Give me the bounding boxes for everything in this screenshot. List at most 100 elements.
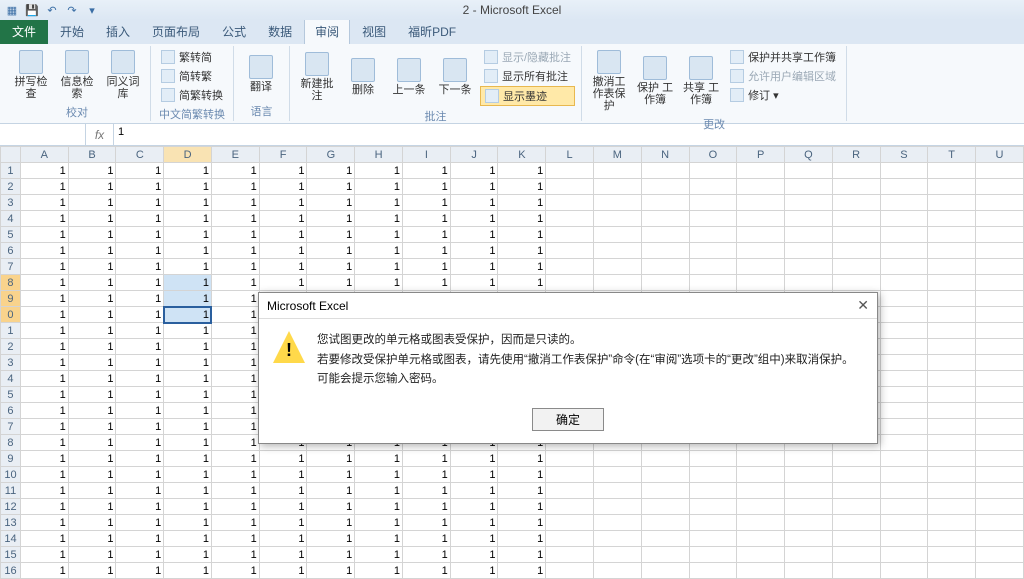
cell[interactable] — [785, 259, 833, 275]
cell[interactable]: 1 — [20, 355, 68, 371]
cell[interactable] — [976, 483, 1024, 499]
cell[interactable] — [785, 227, 833, 243]
cell[interactable]: 1 — [68, 275, 116, 291]
cell[interactable] — [976, 403, 1024, 419]
cell[interactable] — [880, 259, 928, 275]
cell[interactable] — [737, 259, 785, 275]
cell[interactable]: 1 — [498, 531, 546, 547]
cell[interactable]: 1 — [68, 563, 116, 579]
cell[interactable] — [641, 483, 689, 499]
cell[interactable]: 1 — [116, 163, 164, 179]
tab-数据[interactable]: 数据 — [258, 19, 302, 44]
cell[interactable]: 1 — [68, 499, 116, 515]
cell[interactable]: 1 — [307, 211, 355, 227]
cell[interactable]: 1 — [116, 195, 164, 211]
row-header[interactable]: 10 — [1, 467, 21, 483]
cell[interactable]: 1 — [498, 211, 546, 227]
cell[interactable]: 1 — [68, 323, 116, 339]
cell[interactable]: 1 — [450, 259, 498, 275]
cell[interactable]: 1 — [450, 563, 498, 579]
cell[interactable]: 1 — [116, 387, 164, 403]
cell[interactable]: 1 — [498, 259, 546, 275]
cell[interactable]: 1 — [211, 275, 259, 291]
cell[interactable]: 1 — [498, 467, 546, 483]
cell[interactable]: 1 — [498, 227, 546, 243]
cell[interactable]: 1 — [116, 419, 164, 435]
cell[interactable]: 1 — [68, 179, 116, 195]
cell[interactable]: 1 — [116, 243, 164, 259]
cell[interactable]: 1 — [68, 291, 116, 307]
row-header[interactable]: 2 — [1, 179, 21, 195]
col-header-R[interactable]: R — [832, 147, 880, 163]
cell[interactable] — [546, 275, 594, 291]
cell[interactable]: 1 — [20, 195, 68, 211]
cell[interactable] — [976, 195, 1024, 211]
cell[interactable]: 1 — [164, 195, 212, 211]
row-header[interactable]: 0 — [1, 307, 21, 323]
cell[interactable] — [880, 403, 928, 419]
cell[interactable] — [689, 163, 737, 179]
cell[interactable]: 1 — [164, 387, 212, 403]
cell[interactable]: 1 — [116, 467, 164, 483]
cell[interactable]: 1 — [355, 227, 403, 243]
cell[interactable]: 1 — [450, 227, 498, 243]
cell[interactable] — [641, 499, 689, 515]
cell[interactable] — [785, 499, 833, 515]
cell[interactable] — [880, 499, 928, 515]
cell[interactable] — [832, 211, 880, 227]
cell[interactable]: 1 — [211, 563, 259, 579]
cell[interactable] — [976, 307, 1024, 323]
cell[interactable]: 1 — [307, 531, 355, 547]
col-header-G[interactable]: G — [307, 147, 355, 163]
row-header[interactable]: 9 — [1, 291, 21, 307]
name-box[interactable] — [0, 124, 86, 145]
cell[interactable]: 1 — [402, 259, 450, 275]
cell[interactable] — [737, 275, 785, 291]
protect-share-button[interactable]: 保护并共享工作簿 — [726, 48, 840, 66]
file-tab[interactable]: 文件 — [0, 19, 48, 44]
cell[interactable] — [546, 259, 594, 275]
cell[interactable] — [641, 563, 689, 579]
cell[interactable] — [737, 499, 785, 515]
row-header[interactable]: 1 — [1, 323, 21, 339]
cell[interactable]: 1 — [259, 163, 307, 179]
col-header-F[interactable]: F — [259, 147, 307, 163]
row-header[interactable]: 8 — [1, 275, 21, 291]
cell[interactable]: 1 — [68, 195, 116, 211]
cell[interactable] — [641, 195, 689, 211]
cell[interactable] — [928, 339, 976, 355]
cell[interactable] — [880, 243, 928, 259]
cell[interactable]: 1 — [68, 531, 116, 547]
cell[interactable] — [976, 387, 1024, 403]
col-header-M[interactable]: M — [593, 147, 641, 163]
cell[interactable]: 1 — [450, 499, 498, 515]
cell[interactable] — [689, 451, 737, 467]
cell[interactable]: 1 — [402, 531, 450, 547]
cell[interactable] — [928, 403, 976, 419]
cell[interactable] — [737, 195, 785, 211]
spellcheck-button[interactable]: 拼写检查 — [10, 48, 52, 102]
cell[interactable]: 1 — [498, 563, 546, 579]
select-all-corner[interactable] — [1, 147, 21, 163]
cell[interactable]: 1 — [116, 323, 164, 339]
cell[interactable] — [976, 259, 1024, 275]
cell[interactable]: 1 — [498, 499, 546, 515]
cell[interactable]: 1 — [116, 291, 164, 307]
cell[interactable] — [832, 179, 880, 195]
cell[interactable] — [976, 355, 1024, 371]
cell[interactable]: 1 — [116, 483, 164, 499]
cell[interactable] — [832, 195, 880, 211]
cell[interactable]: 1 — [211, 307, 259, 323]
cell[interactable] — [593, 163, 641, 179]
cell[interactable]: 1 — [116, 531, 164, 547]
cell[interactable]: 1 — [259, 531, 307, 547]
cell[interactable]: 1 — [307, 259, 355, 275]
fx-icon[interactable]: fx — [86, 124, 114, 145]
cell[interactable]: 1 — [164, 163, 212, 179]
cell[interactable] — [785, 451, 833, 467]
row-header[interactable]: 3 — [1, 195, 21, 211]
row-header[interactable]: 1 — [1, 163, 21, 179]
cell[interactable] — [880, 563, 928, 579]
cell[interactable] — [832, 451, 880, 467]
cell[interactable]: 1 — [402, 483, 450, 499]
